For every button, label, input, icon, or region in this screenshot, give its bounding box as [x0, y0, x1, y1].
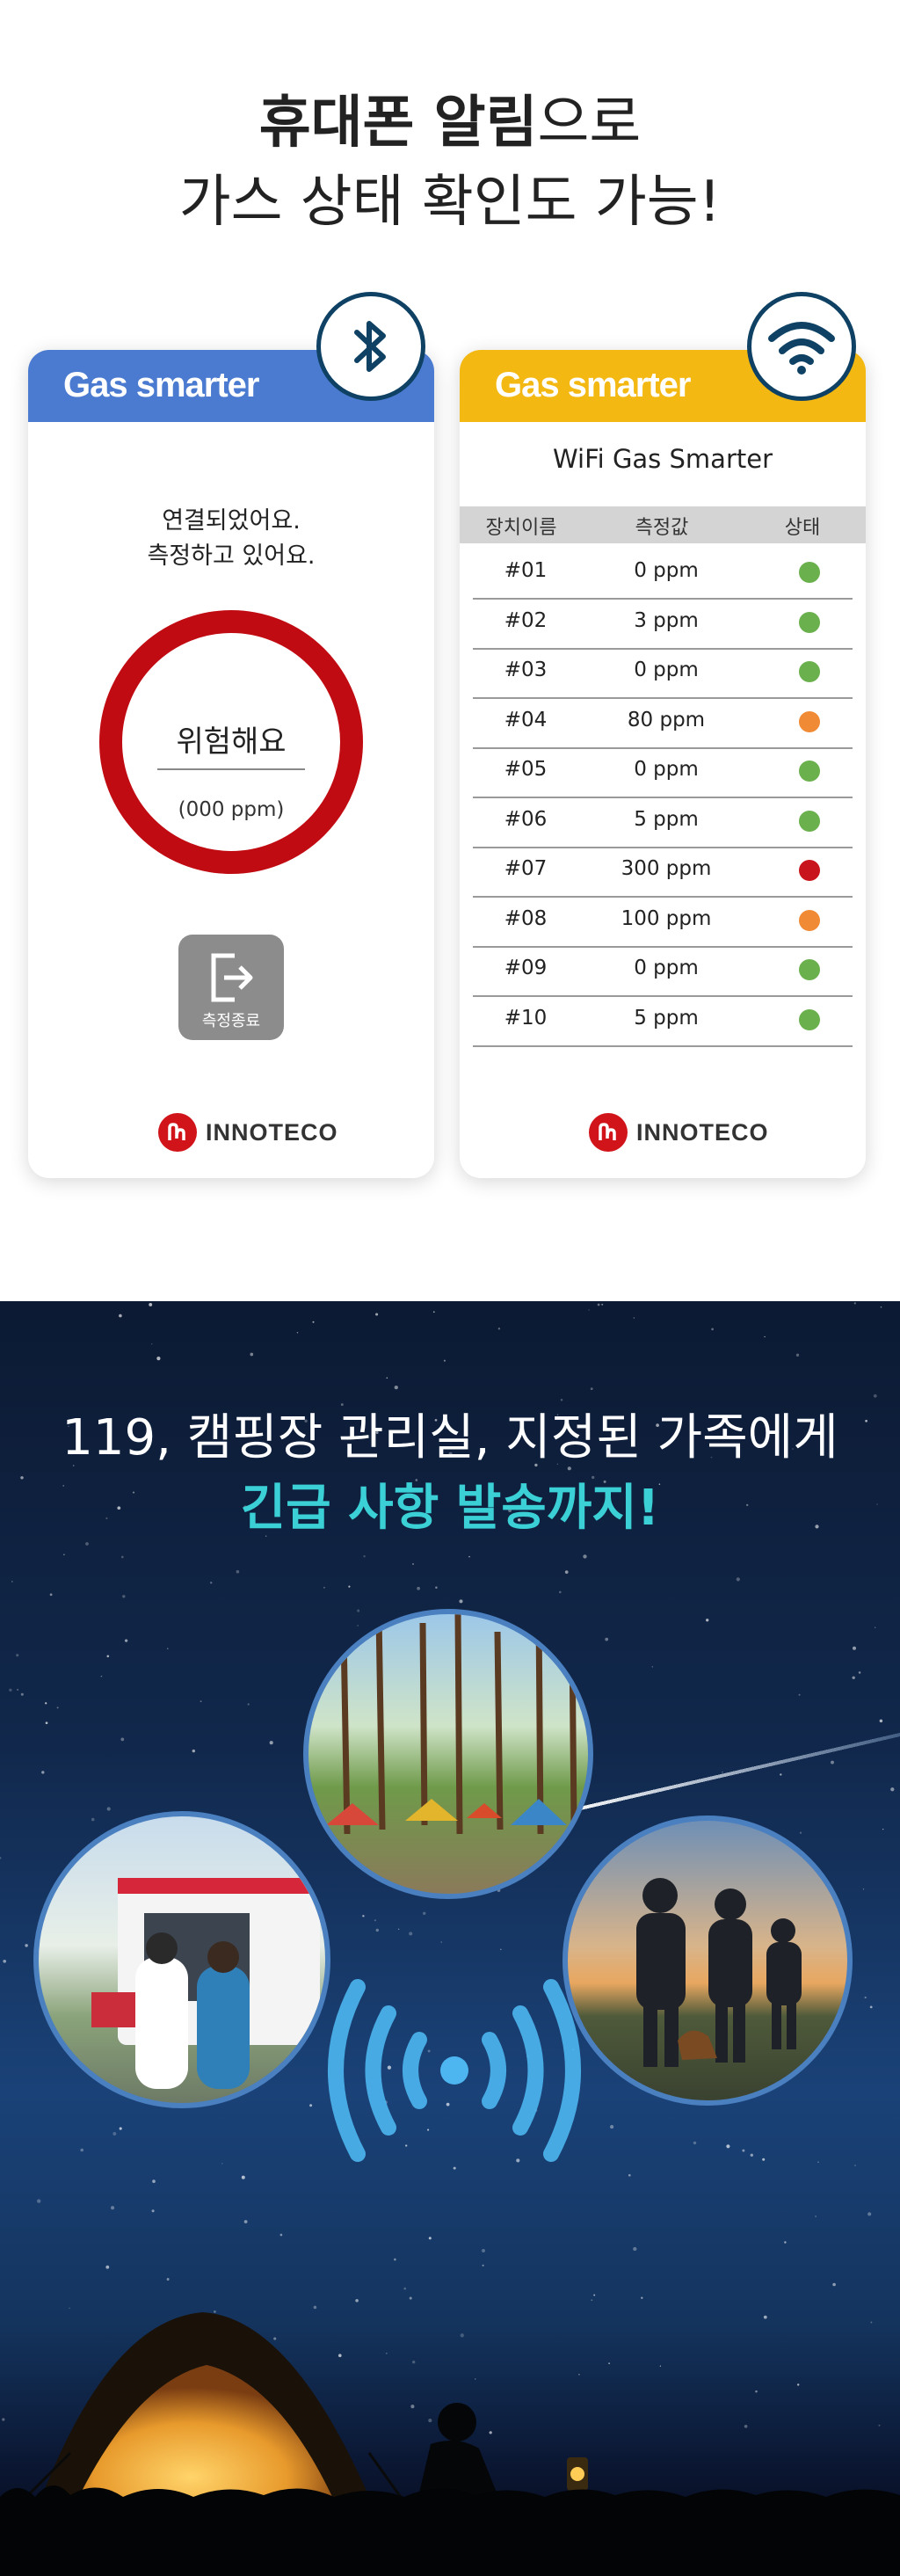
innoteco-logo-icon	[589, 1113, 628, 1152]
device-ppm-value: 3 ppm	[634, 608, 699, 632]
emergency-headline-line2: 긴급 사항 발송까지!	[240, 1480, 660, 1537]
wifi-icon	[747, 292, 856, 401]
gauge-divider	[157, 768, 305, 770]
ppm-reading: (000 ppm)	[178, 798, 285, 821]
danger-gauge-ring: 위험해요 (000 ppm)	[99, 610, 363, 874]
innoteco-logo-icon	[158, 1113, 197, 1152]
device-row: #03 0 ppm	[473, 648, 853, 699]
device-row: #01 0 ppm	[473, 549, 853, 600]
ambulance-photo	[33, 1811, 330, 2108]
device-row: #10 5 ppm	[473, 996, 853, 1047]
device-ppm-value: 80 ppm	[627, 708, 706, 731]
device-ppm-value: 300 ppm	[621, 857, 712, 880]
broadcast-signal-icon	[328, 1979, 581, 2162]
status-indicator-dot	[799, 959, 820, 980]
device-ppm-value: 0 ppm	[634, 957, 699, 979]
headline-line1: 휴대폰 알림으로	[258, 91, 642, 156]
status-indicator-dot	[799, 810, 820, 832]
emergency-section: 119, 캠핑장 관리실, 지정된 가족에게 긴급 사항 발송까지!	[0, 1301, 900, 2576]
status-indicator-dot	[799, 710, 820, 732]
danger-label: 위험해요	[176, 724, 287, 760]
app-title: Gas smarter	[495, 366, 691, 404]
brand-name: INNOTECO	[636, 1118, 769, 1146]
camping-silhouette	[0, 2312, 900, 2576]
campsite-photo	[303, 1609, 593, 1899]
device-id: #03	[504, 659, 548, 681]
device-row: #08 100 ppm	[473, 897, 853, 948]
device-ppm-value: 100 ppm	[621, 906, 712, 930]
device-row: #04 80 ppm	[473, 698, 853, 749]
device-table-header: 장치이름 측정값 상태	[460, 506, 866, 543]
column-device-name: 장치이름	[485, 517, 557, 539]
device-id: #01	[504, 559, 548, 582]
device-ppm-value: 5 ppm	[634, 1006, 699, 1030]
device-id: #05	[504, 758, 548, 781]
device-id: #10	[504, 1006, 548, 1030]
emergency-headline-line1: 119, 캠핑장 관리실, 지정된 가족에게	[62, 1409, 838, 1466]
device-id: #04	[504, 708, 548, 731]
device-ppm-value: 0 ppm	[634, 559, 699, 582]
device-id: #07	[504, 857, 548, 880]
status-indicator-dot	[799, 611, 820, 633]
device-id: #02	[504, 608, 548, 632]
status-indicator-dot	[799, 860, 820, 881]
device-row: #02 3 ppm	[473, 599, 853, 650]
device-row: #06 5 ppm	[473, 797, 853, 848]
device-row: #07 300 ppm	[473, 847, 853, 898]
wifi-screen-title: WiFi Gas Smarter	[553, 444, 773, 474]
device-ppm-value: 0 ppm	[634, 659, 699, 681]
device-ppm-value: 0 ppm	[634, 758, 699, 781]
app-title: Gas smarter	[63, 366, 259, 404]
family-photo	[562, 1816, 853, 2106]
device-row: #09 0 ppm	[473, 946, 853, 997]
measuring-status: 측정하고 있어요.	[147, 542, 316, 570]
device-id: #09	[504, 957, 548, 979]
device-ppm-value: 5 ppm	[634, 807, 699, 831]
status-indicator-dot	[799, 562, 820, 583]
device-row: #05 0 ppm	[473, 747, 853, 798]
headline-line2: 가스 상태 확인도 가능!	[178, 170, 722, 235]
device-id: #08	[504, 906, 548, 930]
bluetooth-icon	[316, 292, 425, 401]
status-indicator-dot	[799, 909, 820, 931]
stop-button-label: 측정종료	[201, 1012, 261, 1030]
brand-logo-left: INNOTECO	[158, 1113, 338, 1152]
exit-icon	[211, 953, 253, 1002]
brand-logo-right: INNOTECO	[589, 1113, 769, 1152]
status-indicator-dot	[799, 1008, 820, 1030]
status-indicator-dot	[799, 661, 820, 682]
status-indicator-dot	[799, 760, 820, 782]
brand-name: INNOTECO	[206, 1118, 338, 1146]
connection-status: 연결되었어요.	[162, 507, 301, 535]
stop-measurement-button[interactable]: 측정종료	[178, 935, 284, 1040]
device-id: #06	[504, 807, 548, 831]
column-status: 상태	[784, 517, 821, 539]
column-measured-value: 측정값	[635, 517, 689, 539]
